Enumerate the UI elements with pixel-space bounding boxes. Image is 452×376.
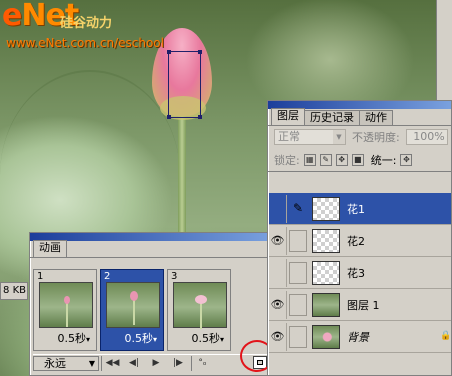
chevron-down-icon: ▼ [333,130,345,144]
tab-animation[interactable]: 动画 [33,240,67,257]
transform-handle[interactable] [198,115,202,119]
frame-number: 2 [104,271,111,282]
delay-dropdown-icon: ▾ [152,335,157,344]
layer-name: 花1 [347,202,365,216]
canvas-vertical-scrollbar[interactable] [436,0,452,100]
animation-panel-tabs: 动画 [30,240,273,258]
logo-subtitle: 硅谷动力 [60,16,113,31]
link-slot[interactable] [289,325,307,348]
frame-thumbnail [173,282,227,329]
animation-controls: 永远 ▼ ◀◀ ◀| ▶ |▶ °ₒ [33,354,270,371]
layer-name: 花3 [347,266,365,280]
frame-delay-value: 0.5秒 [191,332,220,345]
visibility-toggle[interactable] [269,258,287,287]
eye-icon[interactable]: 👁 [269,322,287,351]
transform-handle[interactable] [198,50,202,54]
eye-icon[interactable]: 👁 [269,290,287,319]
opacity-label: 不透明度: [352,131,400,144]
layer-thumbnail [312,324,340,349]
layer-row[interactable]: ✎ 花1 [269,193,451,225]
layer-name: 图层 1 [347,298,380,312]
frame-delay[interactable]: 0.5秒▾ [168,330,230,346]
unify-position-icon[interactable]: ✥ [400,153,413,166]
layers-panel-tabs: 图层 历史记录 动作 [268,108,451,126]
brush-icon: ✎ [292,201,304,215]
layer-row[interactable]: 👁 图层 1 [269,289,451,321]
tab-layers[interactable]: 图层 [271,108,305,125]
next-frame-icon[interactable]: |▶ [167,356,189,371]
link-slot[interactable] [289,229,307,252]
tween-icon[interactable]: °ₒ [191,355,213,371]
frame-number: 1 [37,271,44,282]
frame-delay-value: 0.5秒 [57,332,86,345]
layer-thumbnail [312,196,340,221]
transform-selection-box[interactable] [167,50,202,119]
link-slot[interactable] [289,293,307,316]
loop-option-value: 永远 [44,356,66,370]
frame-thumbnail [39,282,93,328]
lock-pixels-icon[interactable]: ✎ [319,153,332,166]
loop-options-select[interactable]: 永远 ▼ [33,355,99,371]
lotus-stem [178,110,186,235]
new-frame-icon[interactable] [253,356,267,369]
layer-thumbnail [312,292,340,317]
tab-history[interactable]: 历史记录 [304,110,360,125]
play-icon[interactable]: ▶ [145,356,167,371]
doc-size-status: 8 KB [0,282,28,300]
logo-letter-e: e [2,0,22,33]
eye-icon[interactable]: 👁 [269,226,287,255]
layer-name: 花2 [347,234,365,248]
frame-number: 3 [171,271,178,282]
lock-icon: 🔒 [440,331,452,341]
layer-row[interactable]: 👁 花2 [269,225,451,257]
layer-list: ✎ 花1 👁 花2 花3 👁 图层 1 👁 背景 � [269,193,451,353]
first-frame-icon[interactable]: ◀◀ [101,355,123,371]
layer-thumbnail [312,228,340,253]
previous-frame-icon[interactable]: ◀| [123,356,145,371]
delay-dropdown-icon: ▾ [85,335,90,344]
animation-frame-3[interactable]: 3 0.5秒▾ [167,269,231,351]
layer-row[interactable]: 👁 背景 🔒 [269,321,451,353]
layers-panel: 图层 历史记录 动作 正常 ▼ 不透明度: 100% 锁定: ▦ ✎ ✥ ■ 统一… [267,100,452,376]
opacity-input[interactable]: 100% [405,129,448,145]
tab-actions[interactable]: 动作 [359,110,393,125]
animation-frame-2[interactable]: 2 0.5秒▾ [100,269,164,351]
frame-delay[interactable]: 0.5秒▾ [34,330,96,346]
frame-delay-value: 0.5秒 [124,332,153,345]
unify-label: 统一: [370,153,397,167]
blend-mode-value: 正常 [278,130,300,143]
lock-transparency-icon[interactable]: ▦ [303,153,316,166]
layer-name: 背景 [347,330,369,344]
transform-handle[interactable] [167,115,171,119]
animation-panel: 动画 1 0.5秒▾ 2 0.5秒▾ 3 0.5秒▾ 永远 ▼ ◀◀ ◀| ▶ |… [29,232,274,376]
frame-strip: 1 0.5秒▾ 2 0.5秒▾ 3 0.5秒▾ [33,269,231,351]
visibility-toggle[interactable] [269,194,287,223]
lock-label: 锁定: [274,153,300,167]
frame-thumbnail [106,282,160,328]
animation-frame-1[interactable]: 1 0.5秒▾ [33,269,97,351]
delay-dropdown-icon: ▾ [219,335,224,344]
link-slot[interactable] [289,261,307,284]
lock-row: 锁定: ▦ ✎ ✥ ■ 统一: ✥ [268,148,451,172]
frame-delay[interactable]: 0.5秒▾ [101,330,163,346]
watermark-url: www.eNet.com.cn/eschool [6,36,164,50]
transform-handle[interactable] [167,50,171,54]
lock-position-icon[interactable]: ✥ [335,153,348,166]
layer-thumbnail [312,260,340,285]
layer-row[interactable]: 花3 [269,257,451,289]
lock-all-icon[interactable]: ■ [351,153,364,166]
blend-mode-select[interactable]: 正常 ▼ [274,129,346,145]
layer-options-row: 正常 ▼ 不透明度: 100% [268,126,451,148]
chevron-down-icon: ▼ [88,358,95,368]
